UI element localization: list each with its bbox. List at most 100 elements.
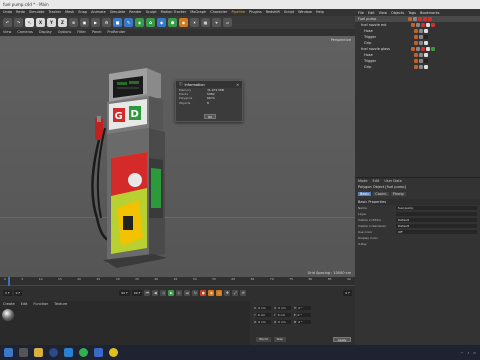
coord-system-select[interactable]: World	[256, 337, 271, 342]
camera-icon[interactable]: ◉	[179, 18, 188, 27]
battery-icon[interactable]: ▭	[473, 351, 476, 355]
menu-item[interactable]: Animate	[91, 10, 106, 15]
objects-menu-item[interactable]: View	[379, 11, 387, 15]
display-color-field[interactable]	[396, 235, 477, 241]
first-frame-icon[interactable]: ⏮	[144, 290, 151, 296]
menu-item[interactable]: Motion Tracker	[161, 10, 187, 15]
menu-item[interactable]: Simulate	[29, 10, 44, 15]
size-y-field[interactable]: 0 cm	[276, 312, 291, 318]
z-axis-button[interactable]: Z	[58, 18, 67, 27]
start-frame-field[interactable]: 0 F	[3, 290, 12, 296]
visible-editor-select[interactable]: Default	[396, 217, 477, 223]
cloner-icon[interactable]: ✿	[146, 18, 155, 27]
objects-menu-item[interactable]: File	[358, 11, 364, 15]
record-icon[interactable]: ●	[200, 290, 207, 296]
playhead[interactable]	[8, 277, 10, 286]
position-z-field[interactable]: 0 cm	[257, 319, 272, 325]
rotation-b-field[interactable]: 0 °	[297, 319, 312, 325]
tab-basic[interactable]: Basic	[358, 192, 372, 196]
prev-key-icon[interactable]: ◀	[152, 290, 159, 296]
material-menu-item[interactable]: Edit	[21, 302, 28, 306]
cube-icon[interactable]: ■	[113, 18, 122, 27]
menu-item[interactable]: Script	[284, 10, 294, 15]
viewport-menu-item[interactable]: Options	[58, 30, 72, 35]
material-menu-item[interactable]: Create	[3, 302, 15, 306]
scale-icon[interactable]: ⤢	[232, 290, 239, 296]
rotation-h-field[interactable]: 0 °	[297, 305, 312, 311]
attributes-menu-item[interactable]: Edit	[373, 179, 380, 183]
vscode-icon[interactable]	[64, 348, 73, 357]
objects-menu-item[interactable]: Edit	[368, 11, 375, 15]
x-axis-button[interactable]: X	[36, 18, 45, 27]
subdivision-icon[interactable]: ◈	[135, 18, 144, 27]
layer-field[interactable]	[396, 211, 477, 217]
material-menu-item[interactable]: Function	[33, 302, 48, 306]
attributes-menu-item[interactable]: Mode	[358, 179, 368, 183]
viewport-menu-item[interactable]: Display	[39, 30, 52, 35]
menu-item[interactable]: MoGraph	[190, 10, 206, 15]
material-menu-item[interactable]: Texture	[54, 302, 67, 306]
close-icon[interactable]: ✕	[236, 83, 239, 87]
dialog-title-bar[interactable]: ⓘ Information ✕	[176, 81, 242, 88]
menu-item[interactable]: Help	[316, 10, 324, 15]
file-explorer-icon[interactable]	[34, 348, 43, 357]
autokey-icon[interactable]: ◆	[208, 290, 215, 296]
viewport-menu-item[interactable]: ProRender	[107, 30, 125, 35]
object-row[interactable]: Grip	[355, 64, 480, 70]
menu-item[interactable]: Redo	[16, 10, 25, 15]
pen-icon[interactable]: ✎	[124, 18, 133, 27]
visible-renderer-select[interactable]: Default	[396, 223, 477, 229]
loop-icon[interactable]: ↻	[192, 290, 199, 296]
search-icon[interactable]	[19, 348, 28, 357]
menu-item[interactable]: Redshift	[266, 10, 280, 15]
end-frame-field-2[interactable]: 90 F	[131, 290, 143, 296]
current-frame-field[interactable]: 0 F	[343, 290, 352, 296]
photos-icon[interactable]	[94, 348, 103, 357]
apply-button[interactable]: Apply	[333, 337, 351, 342]
render-settings-icon[interactable]: ⚙	[102, 18, 111, 27]
objects-menu-item[interactable]: Objects	[391, 11, 404, 15]
position-y-field[interactable]: 0 cm	[256, 312, 271, 318]
material-thumbnail[interactable]	[2, 309, 14, 321]
rotate-icon[interactable]: ⟳	[240, 290, 247, 296]
menu-item[interactable]: Plugins	[249, 10, 262, 15]
tab-coord[interactable]: Coord.	[373, 192, 389, 196]
workplane-icon[interactable]: ▱	[223, 18, 232, 27]
deformer-icon[interactable]: ◆	[157, 18, 166, 27]
viewport-menu-item[interactable]: Filter	[77, 30, 86, 35]
position-x-field[interactable]: 0 cm	[257, 305, 272, 311]
objects-menu-item[interactable]: Bookmarks	[420, 11, 440, 15]
start-icon[interactable]	[4, 348, 13, 357]
menu-item[interactable]: Window	[298, 10, 312, 15]
menu-item[interactable]: Sculpt	[146, 10, 157, 15]
wifi-icon[interactable]: ◠	[461, 351, 464, 355]
whatsapp-icon[interactable]	[79, 348, 88, 357]
select-tool-icon[interactable]: ↖	[25, 18, 34, 27]
menu-item[interactable]: Pipeline	[231, 10, 245, 15]
scene-icon[interactable]: ⬢	[168, 18, 177, 27]
redo-icon[interactable]: ↷	[14, 18, 23, 27]
undo-icon[interactable]: ↶	[3, 18, 12, 27]
y-axis-button[interactable]: Y	[47, 18, 56, 27]
name-field[interactable]: fuel pump	[396, 205, 477, 211]
world-coord-icon[interactable]: ⊕	[69, 18, 78, 27]
menu-item[interactable]: Simulate	[110, 10, 125, 15]
use-color-select[interactable]: Off	[396, 229, 477, 235]
coord-size-select[interactable]: Size	[273, 337, 286, 342]
chrome-icon[interactable]	[109, 348, 118, 357]
start-frame-field-2[interactable]: 0 F	[13, 290, 23, 296]
viewport-menu-item[interactable]: View	[3, 30, 11, 35]
timeline-ruler[interactable]: 0 5 10 15 20 25 30 35 40 45 50 55 60 65 …	[0, 277, 355, 286]
menu-item[interactable]: Snap	[78, 10, 87, 15]
menu-item[interactable]: Tracker	[48, 10, 61, 15]
viewport-menu-item[interactable]: Panel	[92, 30, 101, 35]
play-icon[interactable]: ▶	[168, 290, 175, 296]
render-view-icon[interactable]: ▣	[80, 18, 89, 27]
prev-frame-icon[interactable]: ◁	[160, 290, 167, 296]
size-z-field[interactable]: 0 cm	[277, 319, 292, 325]
last-frame-icon[interactable]: ⏭	[184, 290, 191, 296]
cinema4d-icon[interactable]	[49, 348, 58, 357]
end-frame-field[interactable]: 90 F	[119, 290, 130, 296]
menu-item[interactable]: Undo	[3, 10, 12, 15]
keyframe-icon[interactable]: ◇	[216, 290, 223, 296]
